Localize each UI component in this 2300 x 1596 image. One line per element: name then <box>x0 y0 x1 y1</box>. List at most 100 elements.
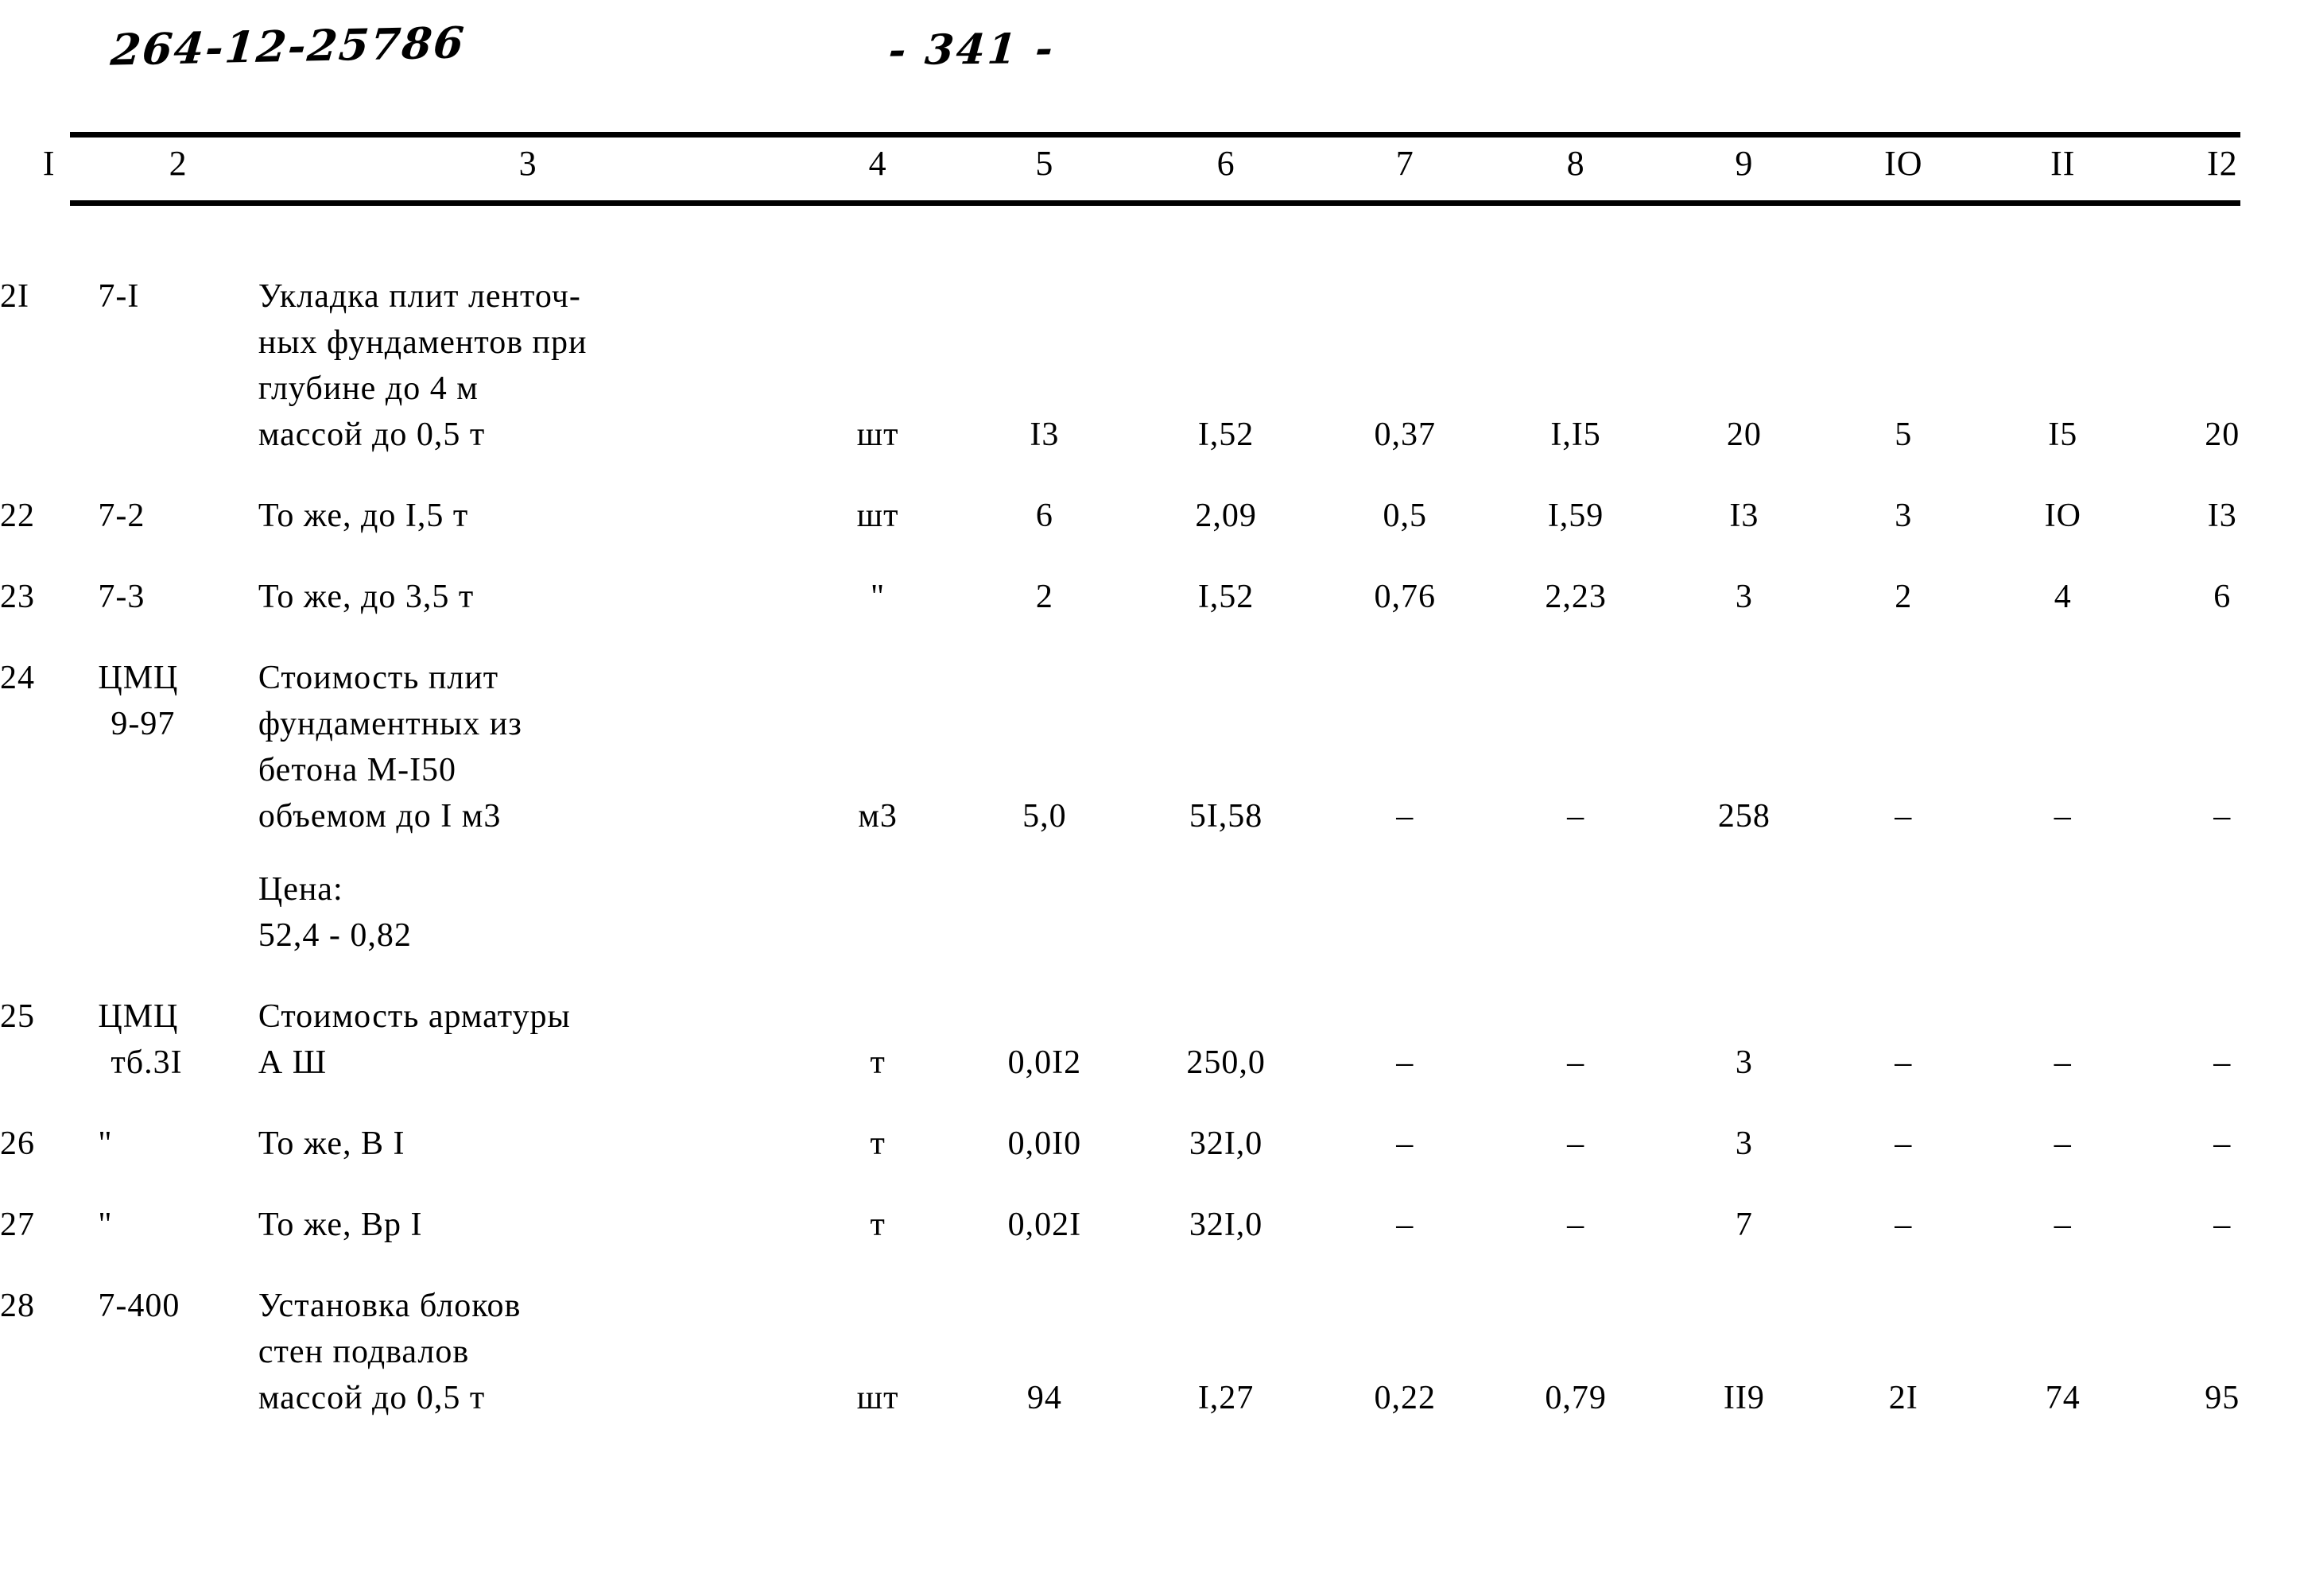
row-value-11: – <box>2054 1125 2072 1162</box>
row-value-11: I5 <box>2048 416 2078 453</box>
row-code: 7-I <box>98 278 140 315</box>
row-value-8: – <box>1567 1044 1585 1081</box>
row-gap <box>0 238 2300 273</box>
table-row: 24 ЦМЦ 9-97 Стоимость плит фундаментных … <box>0 655 2300 959</box>
row-value-7: 0,22 <box>1374 1380 1436 1416</box>
row-value-10: – <box>1895 1207 1913 1243</box>
row-code: ЦМЦ 9-97 <box>98 655 258 959</box>
row-description: То же, до I,5 т <box>258 493 798 539</box>
desc-line: фундаментных из <box>258 706 522 742</box>
row-description: То же, В I <box>258 1121 798 1167</box>
row-value-5: 0,0I0 <box>1007 1125 1082 1162</box>
column-header-7: 7 <box>1395 144 1414 183</box>
desc-line: То же, до 3,5 т <box>258 579 475 615</box>
table-row: 22 7-2 То же, до I,5 т шт 6 2,09 0,5 I,5… <box>0 493 2300 539</box>
row-index: 26 <box>0 1125 35 1162</box>
row-value-6: 5I,58 <box>1189 798 1263 835</box>
desc-price-label: Цена: <box>258 871 343 908</box>
row-value-5: 0,0I2 <box>1007 1044 1082 1081</box>
row-description: Укладка плит ленточ- ных фундаментов при… <box>258 273 798 458</box>
column-header-9: 9 <box>1735 144 1754 183</box>
row-value-9: II9 <box>1723 1380 1765 1416</box>
row-value-10: 3 <box>1895 498 1913 534</box>
column-header-10: IO <box>1884 144 1923 183</box>
row-code-line: 9-97 <box>111 706 176 742</box>
table-row: 2I 7-I Укладка плит ленточ- ных фундамен… <box>0 273 2300 458</box>
column-header-12: I2 <box>2206 144 2238 183</box>
row-code: " <box>98 1125 113 1162</box>
desc-line: ных фундаментов при <box>258 324 588 361</box>
column-header-11: II <box>2050 144 2076 183</box>
row-value-9: 7 <box>1735 1207 1753 1243</box>
row-gap <box>0 620 2300 655</box>
row-value-5: 6 <box>1035 498 1053 534</box>
desc-line: массой до 0,5 т <box>258 416 486 453</box>
column-header-1: I <box>42 144 56 183</box>
row-value-11: IO <box>2044 498 2081 534</box>
row-gap <box>0 1167 2300 1202</box>
desc-line: Укладка плит ленточ- <box>258 278 581 315</box>
row-code: 7-400 <box>98 1288 180 1324</box>
row-value-8: I,59 <box>1547 498 1604 534</box>
row-value-10: 2 <box>1895 579 1913 615</box>
column-header-6: 6 <box>1216 144 1235 183</box>
row-code: 7-3 <box>98 579 145 615</box>
row-gap <box>0 1248 2300 1283</box>
row-value-6: 250,0 <box>1186 1044 1266 1081</box>
column-header-8: 8 <box>1566 144 1585 183</box>
table-header-rule <box>70 200 2240 206</box>
desc-line: бетона М-I50 <box>258 752 457 788</box>
row-code: ЦМЦ тб.3I <box>98 994 258 1086</box>
row-value-10: – <box>1895 1044 1913 1081</box>
row-index: 27 <box>0 1207 35 1243</box>
desc-line: То же, В I <box>258 1125 405 1162</box>
row-code: " <box>98 1207 113 1243</box>
row-value-6: I,27 <box>1197 1380 1255 1416</box>
row-value-10: 5 <box>1895 416 1913 453</box>
estimate-table: 2I 7-I Укладка плит ленточ- ных фундамен… <box>0 238 2300 1421</box>
row-value-6: 2,09 <box>1195 498 1257 534</box>
row-gap <box>0 539 2300 574</box>
row-index: 25 <box>0 998 35 1035</box>
row-value-7: 0,76 <box>1374 579 1436 615</box>
row-value-8: – <box>1567 1125 1585 1162</box>
desc-line: То же, до I,5 т <box>258 498 469 534</box>
row-value-7: – <box>1396 798 1414 835</box>
row-index: 22 <box>0 498 35 534</box>
row-unit: т <box>870 1207 886 1243</box>
desc-line: Стоимость плит <box>258 660 499 696</box>
row-value-6: I,52 <box>1197 416 1255 453</box>
desc-line: Стоимость арматуры <box>258 998 571 1035</box>
table-top-rule <box>70 132 2240 138</box>
row-value-12: I3 <box>2207 498 2237 534</box>
handwritten-page-number: - 341 - <box>886 24 1057 76</box>
row-description: То же, Вр I <box>258 1202 798 1248</box>
row-value-9: I3 <box>1729 498 1759 534</box>
desc-line: глубине до 4 м <box>258 370 479 407</box>
row-value-11: 74 <box>2045 1380 2081 1416</box>
row-value-7: – <box>1396 1207 1414 1243</box>
row-value-8: I,I5 <box>1550 416 1601 453</box>
row-value-6: I,52 <box>1197 579 1255 615</box>
row-value-12: 6 <box>2213 579 2232 615</box>
desc-line: объемом до I м3 <box>258 798 502 835</box>
desc-line: То же, Вр I <box>258 1207 423 1243</box>
row-value-5: 94 <box>1026 1380 1062 1416</box>
row-value-10: – <box>1895 798 1913 835</box>
handwritten-document-code: 264-12-25786 <box>108 17 467 76</box>
row-value-5: 2 <box>1035 579 1053 615</box>
row-description: Стоимость арматуры А Ш <box>258 994 798 1086</box>
row-unit: м3 <box>858 798 898 835</box>
row-value-8: 2,23 <box>1545 579 1607 615</box>
row-code: 7-2 <box>98 498 145 534</box>
column-header-4: 4 <box>868 144 887 183</box>
row-unit: т <box>870 1044 886 1081</box>
table-row: 26 " То же, В I т 0,0I0 32I,0 – – 3 – – … <box>0 1121 2300 1167</box>
row-value-9: 3 <box>1735 1125 1753 1162</box>
row-value-11: 4 <box>2054 579 2072 615</box>
row-value-12: – <box>2213 1125 2232 1162</box>
row-unit: шт <box>856 416 899 453</box>
row-index: 24 <box>0 660 35 696</box>
desc-line: массой до 0,5 т <box>258 1380 486 1416</box>
row-value-8: – <box>1567 798 1585 835</box>
